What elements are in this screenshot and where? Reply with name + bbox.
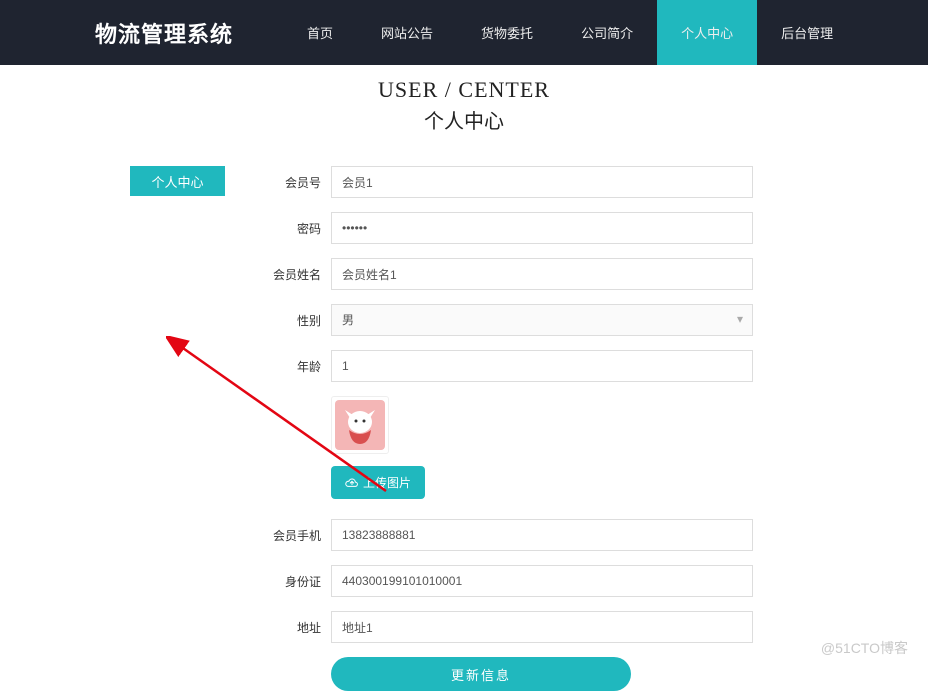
input-password[interactable] bbox=[331, 212, 753, 244]
input-id-card[interactable] bbox=[331, 565, 753, 597]
sidebar-item-user-center[interactable]: 个人中心 bbox=[130, 166, 225, 196]
page-header: USER / CENTER 个人中心 bbox=[0, 77, 928, 134]
watermark: @51CTO博客 bbox=[821, 638, 908, 658]
nav-admin[interactable]: 后台管理 bbox=[757, 0, 857, 65]
label-address: 地址 bbox=[273, 619, 321, 636]
user-form: 会员号 密码 会员姓名 性别 男 年龄 bbox=[273, 166, 928, 691]
avatar-image-icon bbox=[335, 400, 385, 450]
label-id-card: 身份证 bbox=[273, 573, 321, 590]
nav-items: 首页 网站公告 货物委托 公司简介 个人中心 后台管理 bbox=[283, 0, 857, 65]
label-password: 密码 bbox=[273, 220, 321, 237]
nav-cargo[interactable]: 货物委托 bbox=[457, 0, 557, 65]
avatar bbox=[331, 396, 389, 454]
label-phone: 会员手机 bbox=[273, 527, 321, 544]
upload-button-label: 上传图片 bbox=[363, 474, 411, 491]
upload-image-button[interactable]: 上传图片 bbox=[331, 466, 425, 499]
label-member-name: 会员姓名 bbox=[273, 266, 321, 283]
submit-button[interactable]: 更新信息 bbox=[331, 657, 631, 691]
label-member-id: 会员号 bbox=[273, 174, 321, 191]
select-gender[interactable]: 男 bbox=[331, 304, 753, 336]
label-age: 年龄 bbox=[273, 358, 321, 375]
input-member-id[interactable] bbox=[331, 166, 753, 198]
input-member-name[interactable] bbox=[331, 258, 753, 290]
input-age[interactable] bbox=[331, 350, 753, 382]
page-title-en: USER / CENTER bbox=[0, 77, 928, 103]
nav-announcements[interactable]: 网站公告 bbox=[357, 0, 457, 65]
nav-home[interactable]: 首页 bbox=[283, 0, 357, 65]
top-navbar: 物流管理系统 首页 网站公告 货物委托 公司简介 个人中心 后台管理 bbox=[0, 0, 928, 65]
page-title-zh: 个人中心 bbox=[0, 105, 928, 134]
brand-title: 物流管理系统 bbox=[95, 17, 233, 49]
nav-company[interactable]: 公司简介 bbox=[557, 0, 657, 65]
input-address[interactable] bbox=[331, 611, 753, 643]
input-phone[interactable] bbox=[331, 519, 753, 551]
label-gender: 性别 bbox=[273, 312, 321, 329]
nav-user-center[interactable]: 个人中心 bbox=[657, 0, 757, 65]
sidebar: 个人中心 bbox=[130, 166, 225, 691]
cloud-upload-icon bbox=[345, 478, 359, 488]
